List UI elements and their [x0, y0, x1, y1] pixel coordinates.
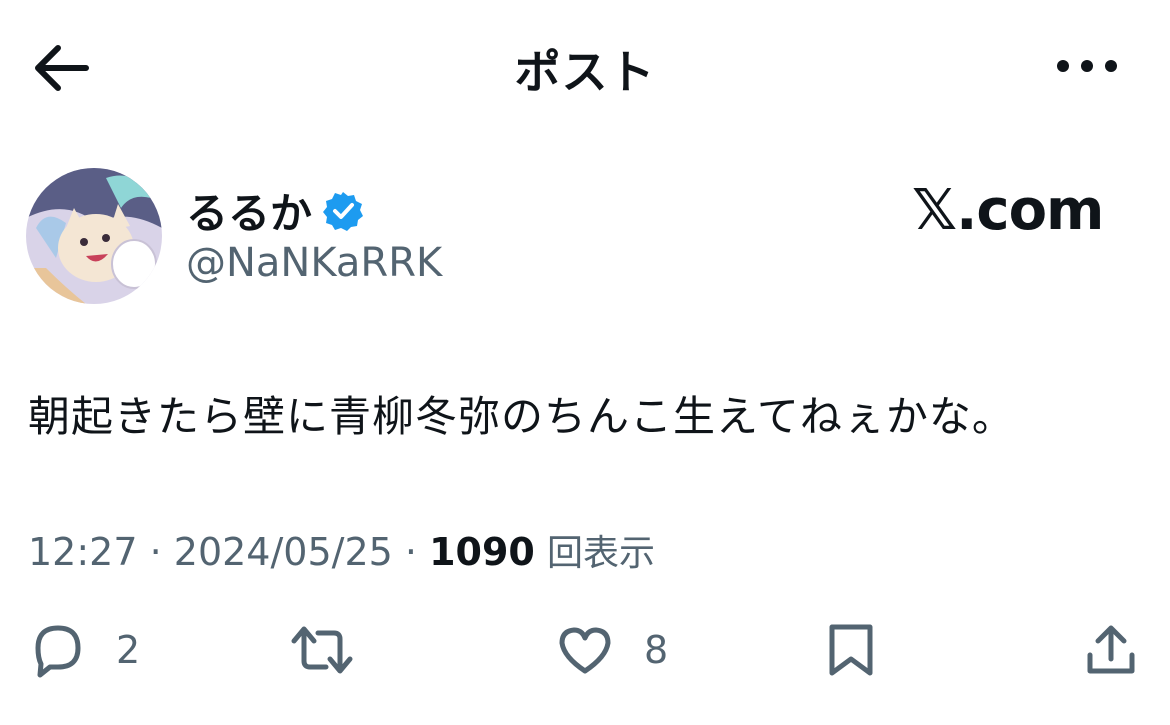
retweet-icon: [291, 626, 353, 674]
bookmark-icon: [829, 624, 873, 676]
views-label: 回表示: [546, 533, 655, 574]
bookmark-button[interactable]: [822, 618, 880, 682]
author-display-name[interactable]: るるか: [186, 180, 312, 241]
post-time[interactable]: 12:27: [28, 530, 138, 574]
share-button[interactable]: [1082, 618, 1140, 682]
like-button[interactable]: 8: [556, 618, 668, 682]
more-horizontal-icon: [1057, 60, 1117, 72]
more-options-button[interactable]: [1052, 48, 1122, 84]
avatar[interactable]: [26, 168, 162, 304]
author-handle[interactable]: @NaNKaRRK: [186, 240, 442, 286]
post-meta: 12:27 · 2024/05/25 · 1090 回表示: [28, 524, 655, 576]
reply-button[interactable]: 2: [28, 618, 140, 682]
post-text: 朝起きたら壁に青柳冬弥のちんこ生えてねぇかな。: [28, 392, 1015, 441]
reply-count: 2: [116, 628, 141, 672]
like-count: 8: [644, 628, 669, 672]
verified-badge-icon: [322, 190, 364, 232]
reply-icon: [35, 625, 81, 678]
share-icon: [1087, 625, 1135, 674]
meta-separator: ·: [404, 530, 430, 574]
views-count: 1090: [429, 530, 535, 574]
brand-watermark: 𝕏.com: [912, 178, 1104, 243]
page-title: ポスト: [514, 45, 656, 99]
avatar-image: [26, 168, 162, 304]
post-date[interactable]: 2024/05/25: [174, 530, 393, 574]
heart-icon: [559, 627, 611, 674]
meta-separator: ·: [149, 530, 174, 574]
retweet-button[interactable]: [290, 618, 384, 682]
